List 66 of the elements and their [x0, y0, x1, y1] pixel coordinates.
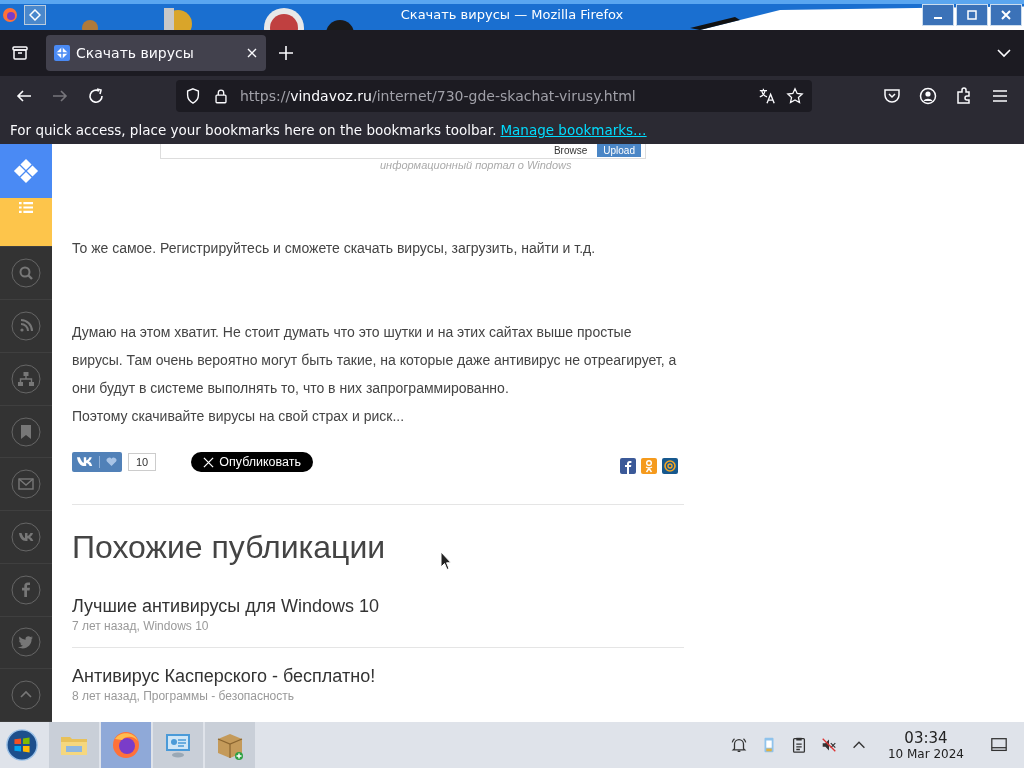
- clock-date: 10 Mar 2024: [887, 747, 964, 761]
- minimize-button[interactable]: [922, 4, 954, 26]
- mail-icon: [11, 469, 41, 500]
- close-icon[interactable]: [246, 47, 258, 59]
- tab-label: Скачать вирусы: [76, 45, 194, 61]
- window-menu-button[interactable]: [24, 5, 46, 25]
- manage-bookmarks-link[interactable]: Manage bookmarks…: [500, 122, 647, 138]
- bookmark-icon: [11, 416, 41, 447]
- browse-label: Browse: [552, 144, 589, 156]
- vk-like-button[interactable]: [72, 452, 122, 472]
- rss-icon: [11, 311, 41, 342]
- mail-share-icon[interactable]: [662, 458, 678, 474]
- twitter-icon: [11, 627, 41, 658]
- facebook-share-icon[interactable]: [620, 458, 636, 474]
- list-icon: [19, 201, 33, 213]
- lock-icon[interactable]: [212, 87, 230, 105]
- bell-icon[interactable]: [729, 736, 748, 754]
- clock-time: 03:34: [904, 729, 948, 747]
- list-nav-item[interactable]: [0, 197, 52, 248]
- show-desktop-icon[interactable]: [990, 736, 1008, 754]
- button-label: Опубликовать: [219, 455, 301, 469]
- firefox-taskbar-button[interactable]: [101, 722, 151, 768]
- site-favicon: [54, 45, 70, 61]
- window-title: Скачать вирусы — Mozilla Firefox: [400, 7, 624, 22]
- account-icon[interactable]: [918, 86, 938, 106]
- tab-list-icon[interactable]: [10, 43, 30, 63]
- shield-icon[interactable]: [184, 87, 202, 105]
- diamond-logo-icon: [13, 157, 39, 184]
- translate-icon[interactable]: [758, 87, 776, 105]
- address-bar[interactable]: https://vindavoz.ru/internet/730-gde-skachat-virusy.html: [176, 80, 812, 112]
- clock[interactable]: 03:34 10 Mar 2024: [887, 729, 964, 761]
- star-icon[interactable]: [786, 87, 804, 105]
- vk-icon: [11, 521, 41, 552]
- reload-icon[interactable]: [86, 86, 106, 106]
- bookmarks-message: For quick access, place your bookmarks here on the bookmarks toolbar.: [10, 122, 497, 138]
- x-logo-icon: [203, 456, 215, 468]
- start-button[interactable]: [5, 728, 39, 762]
- package-taskbar-button[interactable]: [205, 722, 255, 768]
- new-tab-icon[interactable]: [276, 43, 296, 63]
- firefox-icon: [110, 729, 142, 761]
- like-count: 10: [128, 453, 157, 471]
- diamond-icon: [29, 9, 41, 21]
- up-icon: [11, 680, 41, 711]
- paragraph: Поэтому скачивайте вирусы на свой страх и риск...: [72, 407, 406, 426]
- article-link[interactable]: Лучшие антивирусы для Windows 10: [72, 596, 684, 617]
- heart-icon: [106, 457, 117, 467]
- article-meta: 7 лет назад, Windows 10: [72, 619, 210, 633]
- search-icon: [11, 258, 41, 289]
- close-button[interactable]: [990, 4, 1022, 26]
- paragraph: Думаю на этом хватит. Не стоит думать что это шутки и на этих сайтах выше простые вирусы. Там очень вероятно могут быть такие, на которые даже антивирус не отреагирует, а они будут в системе выполнять то, что в них запрограммированно.: [72, 323, 678, 398]
- paragraph: То же самое. Регистрируйтесь и сможете скачать вирусы, загрузить, найти и т.д.: [72, 239, 597, 258]
- vk-icon: [77, 457, 93, 467]
- maximize-button[interactable]: [956, 4, 988, 26]
- url-text: https://vindavoz.ru/internet/730-gde-skachat-virusy.html: [240, 88, 636, 104]
- x-post-button[interactable]: Опубликовать: [191, 452, 313, 472]
- close-icon: [1000, 9, 1012, 21]
- pocket-icon[interactable]: [882, 86, 902, 106]
- article-meta: 8 лет назад, Программы - безопасность: [72, 689, 296, 703]
- article-link[interactable]: Антивирус Касперского - бесплатно!: [72, 666, 684, 687]
- facebook-icon: [11, 574, 41, 605]
- sitemap-icon: [11, 363, 41, 394]
- browser-tab[interactable]: Скачать вирусы: [46, 35, 266, 71]
- mouse-pointer-icon: [440, 551, 452, 571]
- maximize-icon: [966, 9, 978, 21]
- screenshot-caption: информационный портал о Windows: [380, 159, 573, 171]
- minimize-icon: [934, 17, 942, 19]
